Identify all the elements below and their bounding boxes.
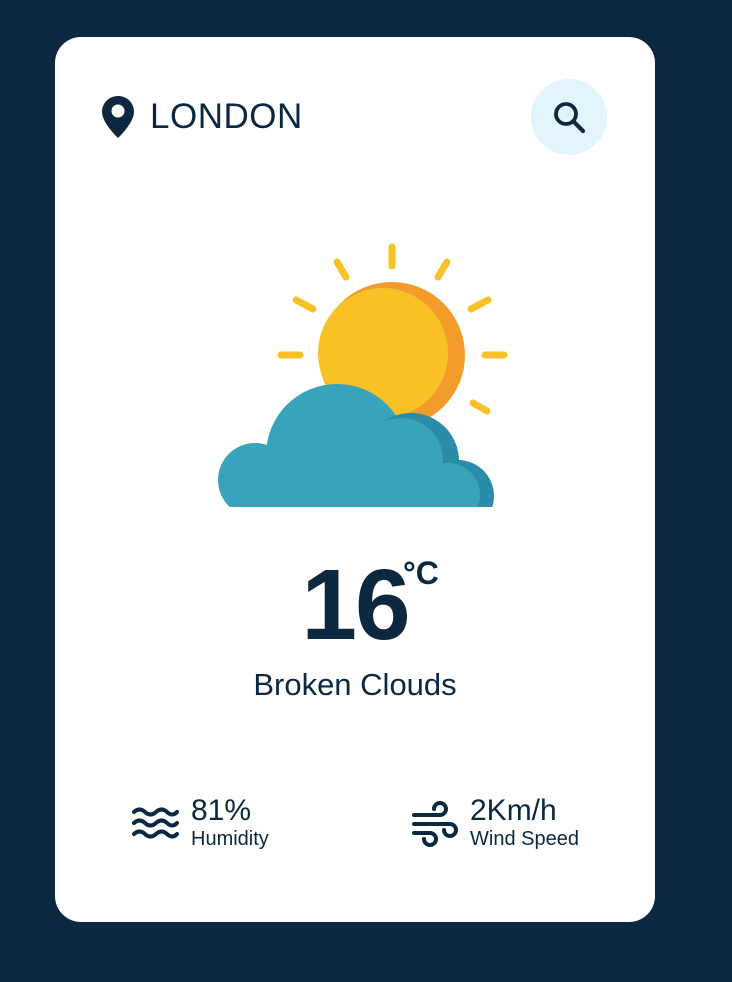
cloud — [218, 384, 494, 507]
sun-behind-cloud-icon — [218, 243, 508, 507]
weather-card: LONDON 16 °C Broken Clouds 81% Humidity … — [55, 37, 655, 922]
humidity-stat: 81% Humidity — [131, 795, 269, 851]
humidity-label: Humidity — [191, 827, 269, 850]
humidity-waves-icon — [132, 807, 179, 839]
weather-condition: Broken Clouds — [253, 667, 457, 702]
humidity-value: 81% — [191, 794, 252, 827]
wind-stat: 2Km/h Wind Speed — [410, 795, 579, 851]
city-name: LONDON — [150, 97, 303, 136]
location-display[interactable]: LONDON — [101, 95, 303, 139]
temperature-display: 16 °C — [55, 555, 655, 655]
temperature-unit: °C — [403, 555, 439, 591]
search-icon — [554, 102, 586, 134]
search-button[interactable] — [531, 79, 607, 155]
temperature-value: 16 — [301, 549, 410, 661]
wind-speed-label: Wind Speed — [470, 827, 579, 850]
map-pin-icon — [102, 96, 134, 138]
wind-speed-value: 2Km/h — [470, 794, 557, 827]
wind-icon — [412, 800, 458, 847]
